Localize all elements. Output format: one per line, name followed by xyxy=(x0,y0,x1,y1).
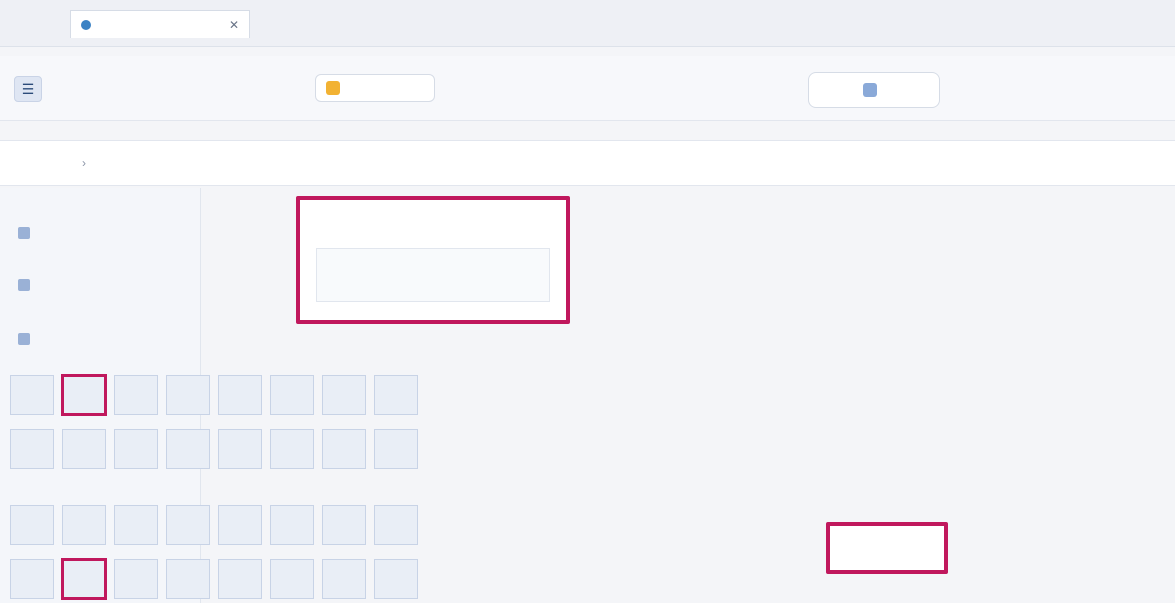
grid-cell[interactable] xyxy=(10,429,54,469)
icon-grid-row xyxy=(10,429,435,469)
grid-cell[interactable] xyxy=(114,559,158,599)
subheader: › xyxy=(0,140,1175,186)
dialog-title xyxy=(316,220,550,238)
grid-cell[interactable] xyxy=(166,559,210,599)
toolbar-title xyxy=(50,76,250,100)
icon-grid-row xyxy=(10,374,435,416)
grid-cell[interactable] xyxy=(270,559,314,599)
left-item-icon xyxy=(18,333,30,345)
left-item[interactable] xyxy=(18,222,38,244)
tab[interactable]: ✕ xyxy=(70,10,250,38)
toolbar: ☰ xyxy=(0,56,1175,121)
chip-icon xyxy=(326,81,340,95)
left-item[interactable] xyxy=(18,274,38,296)
left-item[interactable] xyxy=(18,328,38,350)
grid-cell[interactable] xyxy=(270,429,314,469)
grid-cell[interactable] xyxy=(166,429,210,469)
grid-cell-selected[interactable] xyxy=(61,374,107,416)
primary-action-button[interactable] xyxy=(826,522,948,574)
icon-grid xyxy=(10,374,435,603)
dialog-body xyxy=(316,248,550,302)
grid-cell[interactable] xyxy=(62,429,106,469)
grid-cell[interactable] xyxy=(374,559,418,599)
menu-button[interactable]: ☰ xyxy=(14,76,42,102)
grid-cell[interactable] xyxy=(218,429,262,469)
grid-cell[interactable] xyxy=(374,505,418,545)
grid-cell[interactable] xyxy=(270,375,314,415)
grid-cell[interactable] xyxy=(10,559,54,599)
grid-cell[interactable] xyxy=(218,559,262,599)
app-window: { "window": { "tab_title": "", "tab_icon… xyxy=(0,0,1175,603)
tab-strip: ✕ xyxy=(0,0,1175,47)
grid-cell[interactable] xyxy=(322,559,366,599)
tab-icon xyxy=(81,19,91,30)
grid-cell[interactable] xyxy=(374,375,418,415)
icon-grid-row xyxy=(10,558,435,600)
close-icon[interactable]: ✕ xyxy=(229,18,239,32)
grid-cell[interactable] xyxy=(10,505,54,545)
icon-grid-row xyxy=(10,505,435,545)
grid-cell[interactable] xyxy=(166,375,210,415)
grid-cell[interactable] xyxy=(114,429,158,469)
right-chip[interactable] xyxy=(808,72,940,108)
grid-cell[interactable] xyxy=(114,505,158,545)
grid-cell[interactable] xyxy=(166,505,210,545)
grid-cell[interactable] xyxy=(270,505,314,545)
left-item-icon xyxy=(18,279,30,291)
left-item-icon xyxy=(18,227,30,239)
grid-cell[interactable] xyxy=(218,375,262,415)
grid-cell[interactable] xyxy=(62,505,106,545)
grid-cell[interactable] xyxy=(114,375,158,415)
breadcrumb-separator: › xyxy=(82,156,86,170)
grid-cell[interactable] xyxy=(374,429,418,469)
grid-cell[interactable] xyxy=(322,375,366,415)
highlighted-dialog[interactable] xyxy=(296,196,570,324)
breadcrumb: › xyxy=(72,153,96,173)
menu-icon: ☰ xyxy=(21,80,35,97)
grid-cell[interactable] xyxy=(218,505,262,545)
toolbar-chip[interactable] xyxy=(315,74,435,102)
right-chip-icon xyxy=(863,83,877,97)
grid-cell-selected[interactable] xyxy=(61,558,107,600)
grid-cell[interactable] xyxy=(322,505,366,545)
grid-cell[interactable] xyxy=(10,375,54,415)
grid-cell[interactable] xyxy=(322,429,366,469)
